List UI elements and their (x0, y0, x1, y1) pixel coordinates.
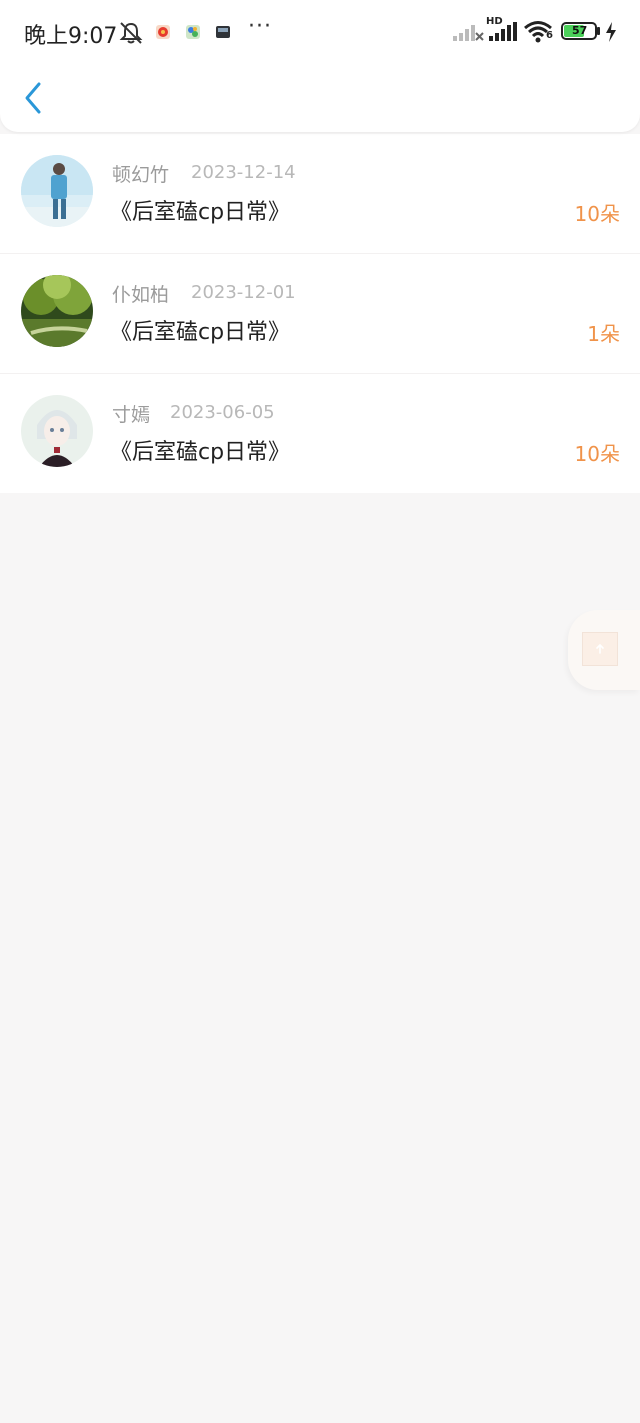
avatar-forest-image (21, 275, 93, 347)
signal-weak-icon (453, 25, 484, 41)
app-notification-icon (156, 25, 170, 39)
scroll-to-top-inner (582, 632, 618, 666)
list-item[interactable]: 仆如柏 2023-12-01 《后室磕cp日常》 1朵 (0, 253, 640, 373)
arrow-up-icon (596, 643, 604, 654)
avatar[interactable] (21, 155, 93, 227)
flower-count: 10朵 (574, 442, 620, 466)
sender-name: 仆如柏 (112, 284, 170, 306)
screenshot-notification-icon (216, 26, 230, 38)
back-button[interactable] (20, 80, 52, 116)
sender-name: 寸嫣 (112, 404, 151, 426)
signal-strong-icon (489, 22, 517, 41)
list-item[interactable]: 寸嫣 2023-06-05 《后室磕cp日常》 10朵 (0, 373, 640, 493)
mute-bell-icon (119, 22, 143, 44)
status-bar: 晚上9:07 ··· HD 6 57 (0, 0, 640, 64)
avatar-anime-image (21, 395, 93, 467)
flower-count: 10朵 (574, 202, 620, 226)
gift-list: 顿幻竹 2023-12-14 《后室磕cp日常》 10朵 仆如柏 2023-12… (0, 134, 640, 493)
more-notifications-icon: ··· (248, 14, 272, 39)
book-title: 《后室磕cp日常》 (110, 320, 291, 345)
book-title: 《后室磕cp日常》 (110, 200, 291, 225)
avatar-sky-image (21, 155, 93, 227)
gift-date: 2023-12-01 (191, 282, 296, 303)
status-time: 晚上9:07 (24, 24, 118, 49)
list-item[interactable]: 顿幻竹 2023-12-14 《后室磕cp日常》 10朵 (0, 134, 640, 253)
gift-date: 2023-06-05 (170, 402, 275, 423)
gallery-notification-icon (186, 25, 200, 39)
battery-tip (597, 27, 600, 35)
top-bar: 晚上9:07 ··· HD 6 57 (0, 0, 640, 132)
gift-date: 2023-12-14 (191, 162, 296, 183)
flower-count: 1朵 (587, 322, 620, 346)
book-title: 《后室磕cp日常》 (110, 440, 291, 465)
battery-level: 57 (572, 24, 588, 37)
wifi-badge: 6 (546, 30, 553, 41)
avatar[interactable] (21, 395, 93, 467)
battery-icon: 57 (561, 22, 597, 40)
sender-name: 顿幻竹 (112, 164, 170, 186)
chevron-left-icon (25, 82, 41, 114)
scroll-to-top-button[interactable] (568, 610, 640, 690)
avatar[interactable] (21, 275, 93, 347)
charging-icon (606, 22, 616, 42)
